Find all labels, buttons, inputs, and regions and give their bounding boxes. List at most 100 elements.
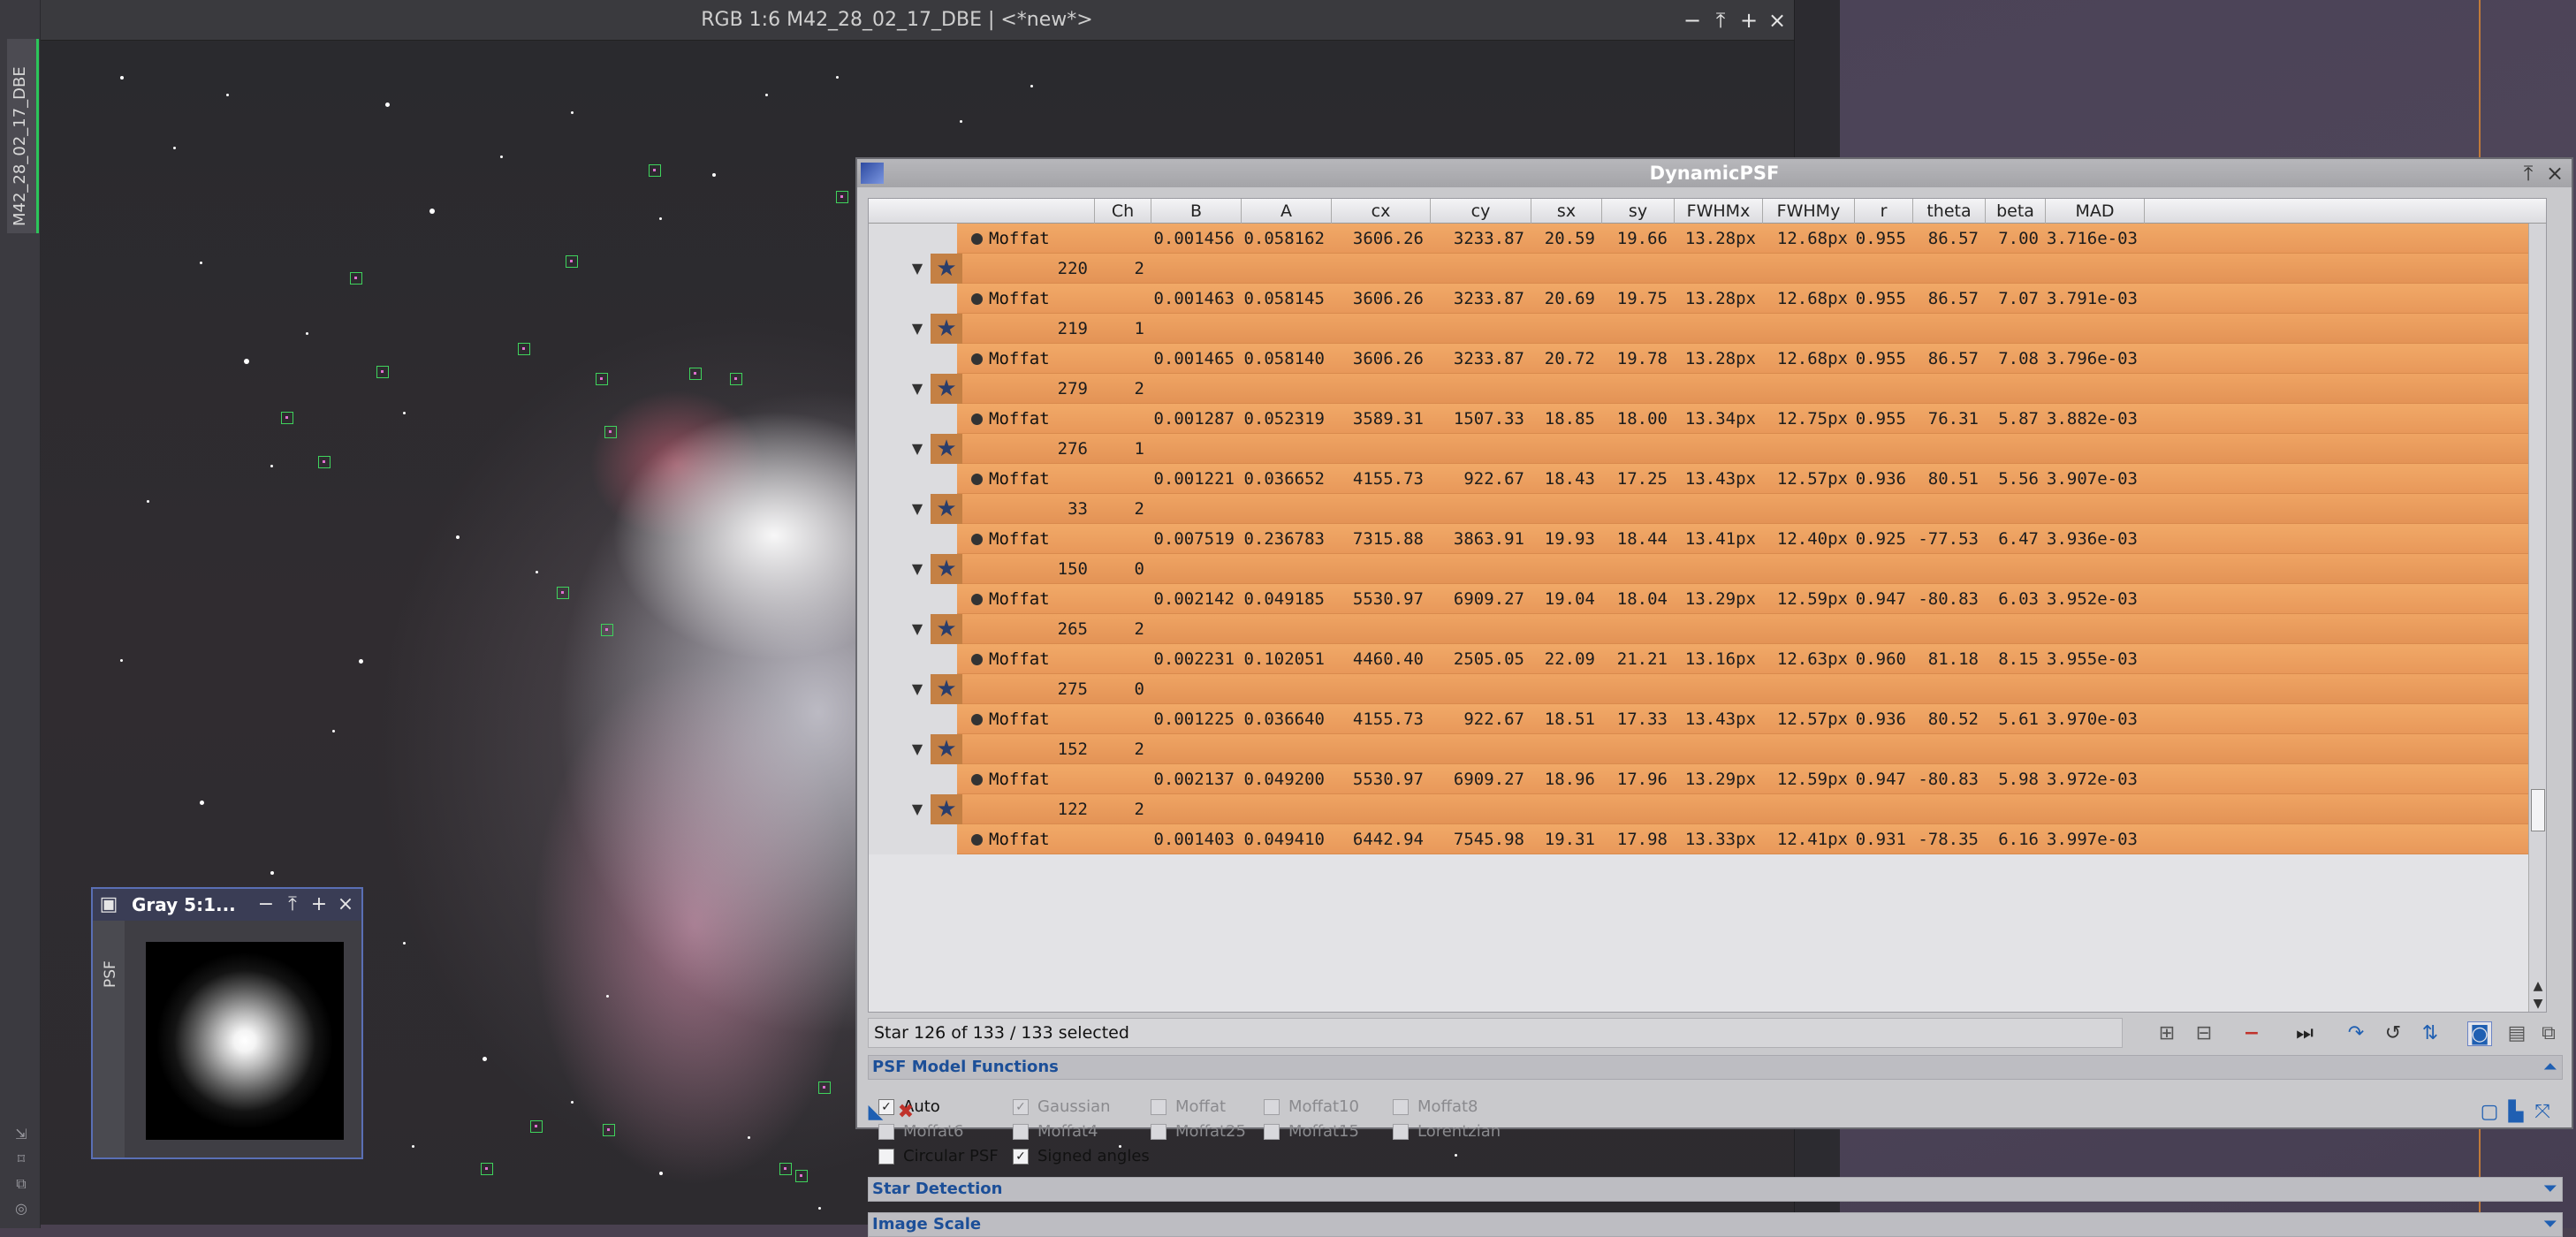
maximize-icon[interactable]: + — [1736, 0, 1762, 41]
psf-function-row[interactable]: Moffat 0.001221 0.036652 4155.73 922.67 18.43… — [869, 464, 2546, 494]
star-row[interactable]: ▼ ★ 152 2 — [869, 734, 2546, 764]
new-instance-icon[interactable]: ◣ — [864, 1101, 887, 1124]
psf-function-row[interactable]: Moffat 0.001287 0.052319 3589.31 1507.33 18.8… — [869, 404, 2546, 434]
checkbox-icon[interactable]: ✓ — [1013, 1149, 1029, 1165]
expand-arrow-icon[interactable]: ▼ — [908, 800, 927, 819]
psf-function-row[interactable]: Moffat 0.001225 0.036640 4155.73 922.67 18.51… — [869, 704, 2546, 734]
scroll-down-icon[interactable]: ▼ — [2531, 996, 2545, 1012]
view-side-tab[interactable]: M42_28_02_17_DBE — [7, 39, 39, 233]
column-tree[interactable] — [869, 199, 1095, 224]
checkbox-icon[interactable] — [878, 1149, 894, 1165]
column-r[interactable]: r — [1855, 199, 1913, 224]
image-window-titlebar[interactable]: ▣ RGB 1:6 M42_28_02_17_DBE | <*new*> − ⤒… — [0, 0, 1794, 41]
reset-icon[interactable]: ✖ — [894, 1101, 917, 1124]
copy-icon[interactable]: ⧉ — [2536, 1021, 2561, 1046]
scrollbar-thumb[interactable] — [2531, 789, 2545, 831]
psf-window-titlebar[interactable]: ▣ Gray 5:1... − ⤒ + × — [93, 889, 361, 921]
psf-star-marker[interactable] — [530, 1120, 543, 1133]
fit-icon[interactable]: ⌑ — [12, 1150, 30, 1168]
psf-function-row[interactable]: Moffat 0.002142 0.049185 5530.97 6909.27 19.0… — [869, 584, 2546, 614]
psf-star-marker[interactable] — [281, 412, 293, 424]
redo-icon[interactable]: ↷ — [2344, 1021, 2368, 1046]
expand-arrow-icon[interactable]: ▼ — [908, 619, 927, 639]
track-view-icon[interactable]: ⤧ — [2531, 1101, 2554, 1124]
psf-star-marker[interactable] — [481, 1163, 493, 1175]
collapse-icon[interactable]: ⏶ — [2544, 1056, 2557, 1079]
image-scale-section[interactable]: Image Scale ⏷ — [868, 1212, 2563, 1237]
shade-icon[interactable]: ⤒ — [2515, 159, 2542, 187]
star-row[interactable]: ▼ ★ 33 2 — [869, 494, 2546, 524]
camera-icon[interactable]: ◙ — [2467, 1021, 2492, 1046]
psf-star-marker[interactable] — [649, 164, 661, 177]
psf-star-marker[interactable] — [689, 368, 702, 380]
psf-star-marker[interactable] — [376, 366, 389, 378]
expand-arrow-icon[interactable]: ▼ — [908, 740, 927, 759]
star-row[interactable]: ▼ ★ 122 2 — [869, 794, 2546, 824]
psf-star-marker[interactable] — [318, 456, 331, 468]
expand-arrow-icon[interactable]: ▼ — [908, 259, 927, 278]
psf-function-row[interactable]: Moffat 0.001456 0.058162 3606.26 3233.87 20.5… — [869, 224, 2546, 254]
psf-star-marker[interactable] — [604, 426, 617, 438]
psf-star-marker[interactable] — [518, 343, 530, 355]
psf-star-marker[interactable] — [557, 587, 569, 599]
next-icon[interactable]: ⏭ — [2292, 1021, 2317, 1046]
column-cy[interactable]: cy — [1431, 199, 1531, 224]
expand-arrow-icon[interactable]: ▼ — [908, 679, 927, 699]
delete-icon[interactable]: − — [2239, 1021, 2264, 1046]
column-a[interactable]: A — [1242, 199, 1332, 224]
expand-arrow-icon[interactable]: ▼ — [908, 439, 927, 459]
star-row[interactable]: ▼ ★ 220 2 — [869, 254, 2546, 284]
psf-function-row[interactable]: Moffat 0.001463 0.058145 3606.26 3233.87 20.6… — [869, 284, 2546, 314]
column-fwhmx[interactable]: FWHMx — [1675, 199, 1763, 224]
star-row[interactable]: ▼ ★ 265 2 — [869, 614, 2546, 644]
shade-icon[interactable]: ⤒ — [280, 889, 305, 921]
window-menu-icon[interactable]: ▣ — [96, 889, 121, 921]
refresh-icon[interactable]: ↺ — [2381, 1021, 2405, 1046]
psf-star-marker[interactable] — [818, 1081, 831, 1094]
psf-star-marker[interactable] — [795, 1170, 808, 1182]
shrink-icon[interactable]: ⇲ — [12, 1126, 30, 1143]
column-b[interactable]: B — [1151, 199, 1242, 224]
psf-star-marker[interactable] — [350, 272, 362, 285]
psf-function-row[interactable]: Moffat 0.001403 0.049410 6442.94 7545.98 19.3… — [869, 824, 2546, 854]
star-row[interactable]: ▼ ★ 275 0 — [869, 674, 2546, 704]
option-circular-psf[interactable]: Circular PSF — [878, 1145, 999, 1168]
psf-function-row[interactable]: Moffat 0.002231 0.102051 4460.40 2505.05 22.0… — [869, 644, 2546, 674]
star-detection-section[interactable]: Star Detection ⏷ — [868, 1177, 2563, 1202]
psf-star-marker[interactable] — [603, 1124, 615, 1136]
psf-model-functions-section[interactable]: PSF Model Functions ⏶ — [868, 1055, 2563, 1080]
minimize-icon[interactable]: − — [1679, 0, 1706, 41]
export-icon[interactable]: ▤ — [2504, 1021, 2529, 1046]
scroll-up-icon[interactable]: ▲ — [2531, 978, 2545, 994]
close-icon[interactable]: × — [1764, 0, 1790, 41]
vertical-scrollbar[interactable]: ▲ ▼ — [2528, 224, 2546, 1012]
close-icon[interactable]: × — [2542, 159, 2568, 187]
expand-arrow-icon[interactable]: ▼ — [908, 499, 927, 519]
option-signed-angles[interactable]: ✓ Signed angles — [1013, 1145, 1150, 1168]
column-cx[interactable]: cx — [1332, 199, 1431, 224]
column-theta[interactable]: theta — [1913, 199, 1986, 224]
psf-star-marker[interactable] — [836, 191, 848, 203]
expand-arrow-icon[interactable]: ▼ — [908, 379, 927, 398]
psf-star-marker[interactable] — [596, 373, 608, 385]
column-fwhmy[interactable]: FWHMy — [1763, 199, 1855, 224]
column-sy[interactable]: sy — [1602, 199, 1675, 224]
column-mad[interactable]: MAD — [2046, 199, 2145, 224]
psf-star-marker[interactable] — [730, 373, 742, 385]
expand-arrow-icon[interactable]: ▼ — [908, 559, 927, 579]
shade-icon[interactable]: ⤒ — [1707, 0, 1734, 41]
column-beta[interactable]: beta — [1986, 199, 2046, 224]
collapse-all-icon[interactable]: ⊟ — [2192, 1021, 2216, 1046]
psf-star-marker[interactable] — [566, 255, 578, 268]
star-row[interactable]: ▼ ★ 219 1 — [869, 314, 2546, 344]
dynamicpsf-titlebar[interactable]: DynamicPSF ⤒ × — [857, 159, 2572, 187]
psf-star-marker[interactable] — [601, 624, 613, 636]
column-sx[interactable]: sx — [1531, 199, 1602, 224]
browse-docs-icon[interactable]: ▢ — [2478, 1101, 2501, 1124]
psf-function-row[interactable]: Moffat 0.002137 0.049200 5530.97 6909.27 18.9… — [869, 764, 2546, 794]
clone-icon[interactable]: ⧉ — [12, 1175, 30, 1193]
star-row[interactable]: ▼ ★ 150 0 — [869, 554, 2546, 584]
expand-icon[interactable]: ⏷ — [2544, 1178, 2557, 1201]
edit-instance-icon[interactable]: ▙ — [2504, 1101, 2527, 1124]
expand-icon[interactable]: ⏷ — [2544, 1213, 2557, 1236]
